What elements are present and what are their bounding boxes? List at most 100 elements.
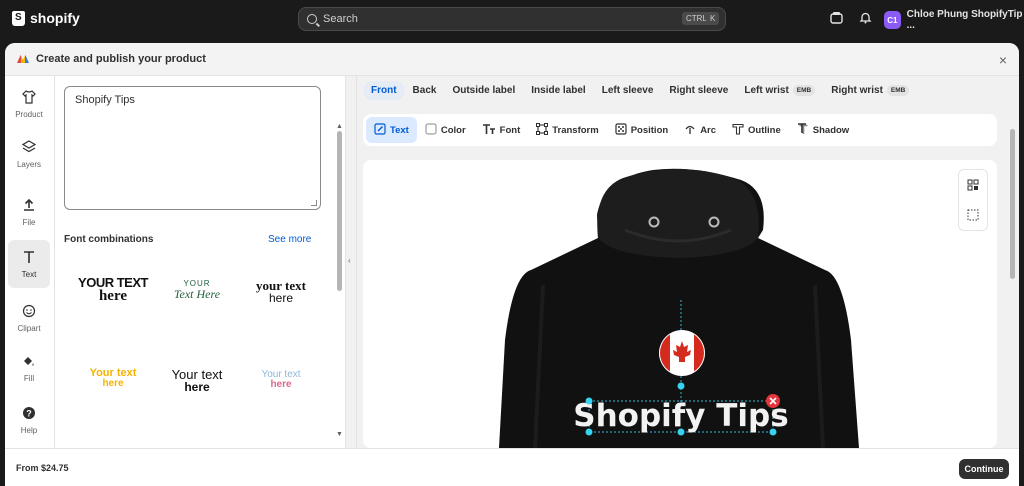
admin-topbar: shopify Search CTRL K C1 Chloe Phung Sho…	[0, 0, 1024, 38]
see-more-link[interactable]: See more	[268, 234, 311, 245]
rail-item-text[interactable]: Text	[8, 240, 50, 288]
price-label: From $24.75	[16, 463, 69, 473]
search-input[interactable]: Search CTRL K	[298, 7, 726, 31]
text-input[interactable]: Shopify Tips	[64, 86, 321, 210]
tab-left-wrist[interactable]: Left wrist EMB	[736, 81, 823, 100]
store-icon[interactable]	[829, 11, 843, 25]
scroll-down-icon[interactable]: ▼	[336, 431, 343, 438]
shopify-logo[interactable]: shopify	[12, 10, 80, 26]
font-combo-2[interactable]: YOUR Text Here	[157, 280, 237, 301]
close-icon[interactable]: ×	[999, 52, 1007, 68]
layers-icon	[21, 139, 37, 156]
bell-icon[interactable]	[858, 11, 872, 25]
rail-item-fill[interactable]: Fill	[8, 344, 50, 392]
resize-handle-br[interactable]	[769, 428, 777, 436]
font-combinations-title: Font combinations	[64, 234, 154, 245]
tab-label: Left sleeve	[601, 84, 654, 96]
view-tools	[958, 169, 988, 231]
shortcut-k-key: K	[706, 12, 720, 25]
resize-handle-icon[interactable]	[311, 200, 317, 206]
font-icon	[482, 123, 496, 138]
tool-font[interactable]: Font	[474, 117, 529, 143]
product-canvas[interactable]: Shopify Tips	[363, 160, 997, 448]
left-panel-scrollbar[interactable]: ▲ ▼	[336, 123, 343, 481]
rail-label: Text	[21, 269, 37, 279]
tab-right-wrist[interactable]: Right wrist EMB	[823, 81, 917, 100]
rail-item-help[interactable]: ? Help	[8, 396, 50, 444]
scroll-thumb[interactable]	[337, 131, 342, 291]
tab-left-sleeve[interactable]: Left sleeve	[594, 81, 662, 100]
continue-button[interactable]: Continue	[959, 459, 1009, 479]
rail-item-file[interactable]: File	[8, 188, 50, 236]
combo-line-2: here	[98, 288, 128, 304]
panel-collapse-handle[interactable]: ‹	[345, 76, 357, 448]
tab-label: Inside label	[531, 84, 586, 96]
user-menu[interactable]: C1 Chloe Phung ShopifyTip ...	[884, 9, 1024, 31]
right-area-scrollbar[interactable]	[1008, 115, 1017, 481]
color-swatch-icon	[425, 123, 437, 138]
combo-line-2: here	[184, 380, 210, 394]
canada-flag-clipart[interactable]	[659, 330, 705, 376]
brand-name: shopify	[30, 10, 80, 26]
tool-label: Position	[630, 124, 669, 136]
help-icon: ?	[22, 406, 36, 422]
font-combo-4[interactable]: Your text here	[73, 368, 153, 389]
svg-text:?: ?	[26, 408, 32, 418]
tab-label: Front	[371, 84, 397, 96]
chevron-left-icon: ‹	[348, 256, 351, 265]
tool-label: Text	[390, 124, 409, 136]
resize-handle-bl[interactable]	[585, 428, 593, 436]
tool-position[interactable]: Position	[607, 117, 676, 143]
rail-label: Clipart	[17, 323, 41, 333]
embroidery-badge: EMB	[886, 84, 910, 96]
tool-label: Transform	[552, 124, 599, 136]
arc-icon	[684, 123, 696, 138]
rail-item-layers[interactable]: Layers	[8, 130, 50, 178]
font-combo-5[interactable]: Your text here	[157, 368, 237, 393]
resize-handle-tl[interactable]	[585, 397, 593, 405]
tool-outline[interactable]: Outline	[724, 117, 789, 143]
tool-label: Arc	[700, 124, 717, 136]
modal-footer: From $24.75 Continue	[5, 448, 1019, 486]
font-combo-1[interactable]: YOUR TEXT here	[73, 276, 153, 304]
upload-icon	[22, 198, 36, 214]
tab-front[interactable]: Front	[363, 80, 405, 100]
font-combo-3[interactable]: your text here	[241, 279, 321, 304]
rail-label: File	[22, 217, 36, 227]
hoodie-mockup: Shopify Tips	[499, 168, 859, 448]
rotate-handle[interactable]	[677, 382, 685, 390]
resize-handle-bottom[interactable]	[677, 428, 685, 436]
tool-rail: Product Layers File Text Clipart Fill ? …	[5, 76, 55, 448]
tab-back[interactable]: Back	[405, 81, 445, 100]
tab-outside-label[interactable]: Outside label	[444, 81, 523, 100]
text-editor-panel: Shopify Tips Font combinations See more …	[55, 76, 345, 448]
tool-color[interactable]: Color	[417, 117, 474, 143]
rail-label: Product	[15, 109, 43, 119]
transform-icon	[536, 122, 549, 138]
tab-inside-label[interactable]: Inside label	[523, 81, 593, 100]
avatar: C1	[884, 11, 901, 29]
tool-arc[interactable]: Arc	[676, 117, 724, 143]
scroll-up-icon[interactable]: ▲	[336, 123, 343, 130]
delete-layer-icon[interactable]	[766, 394, 780, 408]
print-area-icon[interactable]	[959, 200, 987, 230]
tool-shadow[interactable]: Shadow	[789, 117, 857, 143]
rail-label: Help	[20, 425, 38, 435]
rail-label: Layers	[16, 159, 41, 169]
tool-transform[interactable]: Transform	[528, 117, 606, 143]
shirt-icon	[22, 89, 36, 106]
tool-text[interactable]: Text	[366, 117, 417, 143]
tab-label: Right wrist	[831, 84, 883, 96]
modal-title: Create and publish your product	[36, 53, 206, 65]
search-placeholder: Search	[323, 13, 358, 25]
rail-item-product[interactable]: Product	[8, 80, 50, 128]
embroidery-badge: EMB	[792, 84, 816, 96]
modal-header: Create and publish your product ×	[5, 43, 1019, 76]
smiley-icon	[22, 304, 36, 320]
grid-view-icon[interactable]	[959, 170, 987, 200]
font-combo-6[interactable]: Your text here	[241, 370, 321, 390]
scroll-thumb[interactable]	[1010, 129, 1015, 279]
rail-item-clipart[interactable]: Clipart	[8, 294, 50, 342]
combo-line-2: here	[270, 379, 292, 390]
tab-right-sleeve[interactable]: Right sleeve	[661, 81, 736, 100]
